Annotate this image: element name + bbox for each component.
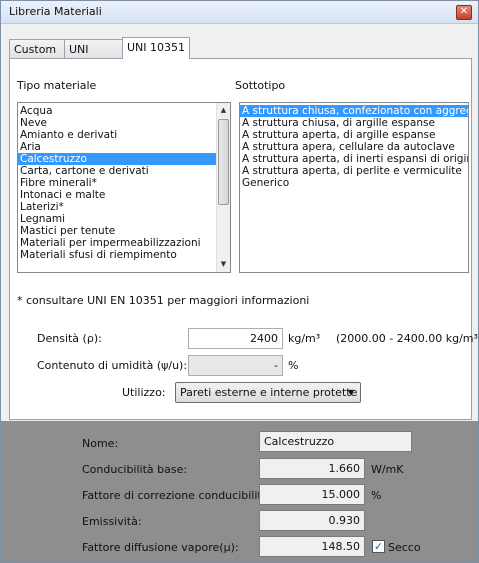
- correzione-label: Fattore di correzione conducibilità:: [82, 489, 273, 502]
- tab-uni-1745[interactable]: UNI 1745: [64, 39, 123, 75]
- densita-label: Densità (ρ):: [37, 332, 102, 345]
- tab-custom[interactable]: Custom: [9, 39, 65, 58]
- densita-unit: kg/m³: [288, 332, 321, 345]
- list-item[interactable]: A struttura aperta, di argille espanse: [240, 129, 468, 141]
- correzione-unit: %: [371, 489, 382, 502]
- list-item[interactable]: A struttura chiusa, di argille espanse: [240, 117, 468, 129]
- nome-field: Calcestruzzo: [259, 431, 412, 452]
- tab-uni-10351[interactable]: UNI 10351: [122, 37, 190, 59]
- list-item[interactable]: Materiali per impermeabilizzazioni: [18, 237, 217, 249]
- secco-label: Secco: [388, 541, 421, 554]
- umidita-unit: %: [288, 359, 299, 372]
- secco-checkbox[interactable]: ✓: [372, 540, 385, 553]
- list-item[interactable]: Intonaci e malte: [18, 189, 217, 201]
- list-item[interactable]: Mastici per tenute: [18, 225, 217, 237]
- correzione-field: 15.000: [259, 484, 365, 505]
- title-bar: Libreria Materiali ✕: [1, 1, 478, 24]
- list-item[interactable]: Materiali sfusi di riempimento: [18, 249, 217, 261]
- chevron-down-icon: ▼: [347, 388, 354, 397]
- list-item[interactable]: Aria: [18, 141, 217, 153]
- uni10351-panel: Tipo materiale Sottotipo Acqua Neve Amia…: [9, 58, 479, 420]
- tipo-materiale-list[interactable]: Acqua Neve Amianto e derivati Aria Calce…: [17, 102, 231, 273]
- sottotipo-label: Sottotipo: [235, 79, 286, 92]
- conducibilita-unit: W/mK: [371, 463, 404, 476]
- vertical-scrollbar[interactable]: ▲ ▼: [216, 103, 230, 272]
- utilizzo-label: Utilizzo:: [122, 386, 166, 399]
- list-item[interactable]: Generico: [240, 177, 468, 189]
- list-item[interactable]: A struttura apera, cellulare da autoclav…: [240, 141, 468, 153]
- umidita-input[interactable]: -: [188, 355, 283, 376]
- list-item-selected[interactable]: A struttura chiusa, confezionato con agg…: [240, 105, 468, 117]
- scroll-up-arrow-icon[interactable]: ▲: [217, 104, 230, 117]
- densita-input[interactable]: 2400: [188, 328, 283, 349]
- utilizzo-select[interactable]: Pareti esterne e interne protette ▼: [175, 382, 361, 403]
- nome-label: Nome:: [82, 437, 119, 450]
- info-note: * consultare UNI EN 10351 per maggiori i…: [17, 294, 310, 307]
- list-item[interactable]: Amianto e derivati: [18, 129, 217, 141]
- close-button[interactable]: ✕: [456, 5, 472, 20]
- list-item[interactable]: Acqua: [18, 105, 217, 117]
- conducibilita-field: 1.660: [259, 458, 365, 479]
- sottotipo-list[interactable]: A struttura chiusa, confezionato con agg…: [239, 102, 469, 273]
- list-item[interactable]: A struttura aperta, di perlite e vermicu…: [240, 165, 468, 177]
- list-item[interactable]: Legnami: [18, 213, 217, 225]
- densita-range: (2000.00 - 2400.00 kg/m³): [336, 332, 479, 345]
- conducibilita-label: Conducibilità base:: [82, 463, 188, 476]
- list-item[interactable]: A struttura aperta, di inerti espansi di…: [240, 153, 468, 165]
- emissivita-label: Emissività:: [82, 515, 142, 528]
- vapore-label: Fattore diffusione vapore(μ):: [82, 541, 239, 554]
- materials-library-window: Libreria Materiali ✕ Custom UNI 1745 UNI…: [0, 0, 479, 563]
- window-title: Libreria Materiali: [9, 5, 102, 18]
- list-item-selected[interactable]: Calcestruzzo: [18, 153, 217, 165]
- list-item[interactable]: Neve: [18, 117, 217, 129]
- list-item[interactable]: Carta, cartone e derivati: [18, 165, 217, 177]
- scrollbar-thumb[interactable]: [218, 119, 229, 205]
- scroll-down-arrow-icon[interactable]: ▼: [217, 258, 230, 271]
- emissivita-field: 0.930: [259, 510, 365, 531]
- vapore-field: 148.50: [259, 536, 365, 557]
- tipo-materiale-label: Tipo materiale: [17, 79, 97, 92]
- list-item[interactable]: Laterizi*: [18, 201, 217, 213]
- properties-panel: Nome: Calcestruzzo Conducibilità base: 1…: [1, 421, 478, 562]
- utilizzo-value: Pareti esterne e interne protette: [180, 386, 358, 399]
- list-item[interactable]: Fibre minerali*: [18, 177, 217, 189]
- umidita-label: Contenuto di umidità (ψ/u):: [37, 359, 188, 372]
